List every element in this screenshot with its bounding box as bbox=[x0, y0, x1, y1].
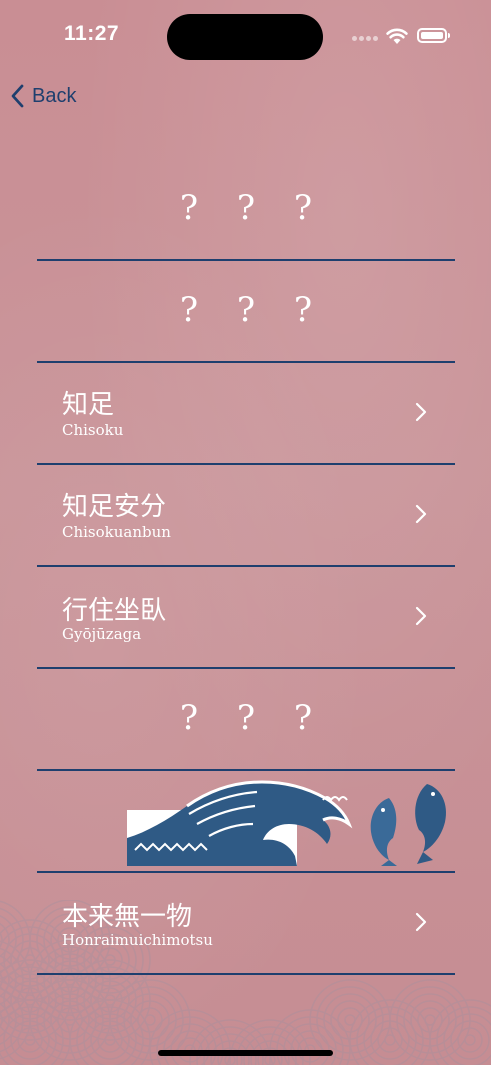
section-header-text: ? ? ? bbox=[179, 188, 327, 228]
list-item-honraimuichimotsu[interactable]: 本来無一物 Honraimuichimotsu bbox=[37, 872, 455, 975]
list-item-gyojuzaga[interactable]: 行住坐臥 Gyōjūzaga bbox=[37, 566, 455, 669]
dynamic-island bbox=[167, 14, 323, 60]
chevron-right-icon bbox=[415, 912, 427, 932]
item-kanji: 行住坐臥 bbox=[62, 596, 167, 626]
section-header-row: ? ? ? bbox=[37, 668, 455, 771]
chevron-right-icon bbox=[415, 504, 427, 524]
wifi-icon bbox=[386, 28, 408, 44]
chevron-left-icon bbox=[11, 84, 24, 108]
cellular-signal-icon bbox=[352, 36, 380, 42]
item-kanji: 本来無一物 bbox=[62, 902, 193, 932]
list-item-chisoku[interactable]: 知足 Chisoku bbox=[37, 362, 455, 465]
item-romaji: Chisoku bbox=[62, 421, 124, 439]
item-kanji: 知足安分 bbox=[62, 492, 167, 522]
section-header-row: ? ? ? bbox=[37, 260, 455, 363]
item-romaji: Chisokuanbun bbox=[62, 523, 171, 541]
section-header-row: ? ? ? bbox=[37, 158, 455, 261]
home-indicator[interactable] bbox=[158, 1050, 333, 1056]
chevron-right-icon bbox=[415, 402, 427, 422]
back-button[interactable]: Back bbox=[10, 82, 76, 110]
battery-icon bbox=[417, 28, 450, 43]
list-item-chisokuanbun[interactable]: 知足安分 Chisokuanbun bbox=[37, 464, 455, 567]
item-kanji: 知足 bbox=[62, 390, 115, 420]
back-label: Back bbox=[32, 84, 77, 107]
great-wave-icon bbox=[127, 780, 353, 866]
item-romaji: Honraimuichimotsu bbox=[62, 931, 213, 949]
item-romaji: Gyōjūzaga bbox=[62, 625, 142, 643]
section-header-text: ? ? ? bbox=[179, 290, 327, 330]
koi-fish-icon bbox=[370, 784, 447, 866]
status-time: 11:27 bbox=[64, 22, 120, 45]
wave-koi-artwork bbox=[127, 780, 447, 866]
status-bar: 11:27 bbox=[0, 0, 491, 70]
section-header-text: ? ? ? bbox=[179, 698, 327, 738]
chevron-right-icon bbox=[415, 606, 427, 626]
